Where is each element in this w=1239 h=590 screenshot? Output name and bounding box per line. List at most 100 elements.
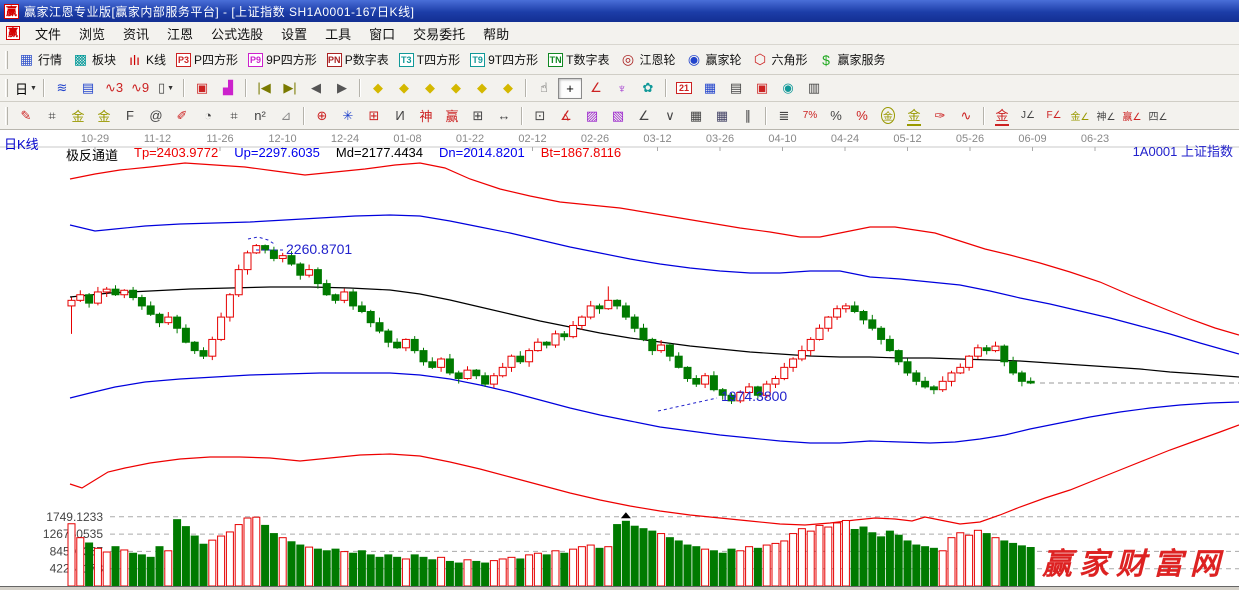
tool-n-square[interactable]: n² xyxy=(248,105,272,126)
toolbar-grip[interactable] xyxy=(5,106,8,125)
tool-f-grid[interactable]: F xyxy=(118,105,142,126)
tool-percent-red[interactable]: % xyxy=(850,105,874,126)
menu-资讯[interactable]: 资讯 xyxy=(114,22,158,45)
tool-calculator[interactable]: ▦ xyxy=(698,78,722,99)
tool-span-arrows[interactable]: ↔ xyxy=(492,105,516,126)
tool-quotes[interactable]: ▦ 行情 xyxy=(13,49,67,70)
menu-设置[interactable]: 设置 xyxy=(272,22,316,45)
tool-bar-ruler[interactable]: ⌗ xyxy=(222,105,246,126)
tool-draw-knife[interactable]: ✐ xyxy=(170,105,194,126)
tool-fan-lines-red[interactable]: ∡ xyxy=(554,105,578,126)
tool-candle-style[interactable]: ▯ ▼ xyxy=(154,78,178,99)
tool-gold-circle[interactable]: 金 xyxy=(876,105,900,126)
tool-p-number-table[interactable]: PN P数字表 xyxy=(322,49,394,70)
tool-angle-measure[interactable]: ∠ xyxy=(584,78,608,99)
tool-winner-service[interactable]: $ 赢家服务 xyxy=(813,49,891,70)
tool-num-grid[interactable]: ⊞ xyxy=(466,105,490,126)
channel-line-md xyxy=(69,286,1239,378)
tool-9t-square[interactable]: T9 9T四方形 xyxy=(465,49,543,70)
tool-win-grid[interactable]: 赢 xyxy=(440,105,464,126)
tool-sectors[interactable]: ▩ 板块 xyxy=(67,49,121,70)
tool-shen-grid[interactable]: 神 xyxy=(414,105,438,126)
tool-percent[interactable]: % xyxy=(824,105,848,126)
tool-save-disk[interactable]: ▣ xyxy=(750,78,774,99)
tool-grid-ruler[interactable]: ⌗ xyxy=(40,105,64,126)
tool-grid-dense[interactable]: ▦ xyxy=(684,105,708,126)
tool-shen-angle[interactable]: 神∠ xyxy=(1094,105,1118,126)
tool-winner-wheel[interactable]: ◉ 赢家轮 xyxy=(680,49,746,70)
tool-gold-line[interactable]: 金 xyxy=(902,105,926,126)
tool-pan-hand[interactable]: ☝ xyxy=(532,78,556,99)
tool-diamond-arrow-left[interactable]: ◆ xyxy=(366,78,390,99)
tool-k-mark[interactable]: И xyxy=(388,105,412,126)
toolbar-grip[interactable] xyxy=(5,79,8,97)
tool-gold-grid[interactable]: 金 xyxy=(66,105,90,126)
menu-交易委托[interactable]: 交易委托 xyxy=(404,22,474,45)
tool-hexagon[interactable]: ⬡ 六角形 xyxy=(747,49,813,70)
tool-next-bar[interactable]: ▶ xyxy=(330,78,354,99)
tool-diamond-arrow-cross[interactable]: ◆ xyxy=(444,78,468,99)
tool-dot-grid[interactable]: ⊞ xyxy=(362,105,386,126)
tool-p-square[interactable]: P3 P四方形 xyxy=(171,49,243,70)
tool-volume-histogram[interactable]: ▟ xyxy=(216,78,240,99)
tool-f-angle[interactable]: F∠ xyxy=(1042,105,1066,126)
menu-浏览[interactable]: 浏览 xyxy=(70,22,114,45)
tool-time-cycle[interactable]: ◔ xyxy=(196,105,220,126)
tool-j-angle[interactable]: J∠ xyxy=(1016,105,1040,126)
menu-文件[interactable]: 文件 xyxy=(26,22,70,45)
tool-kline[interactable]: ılı K线 xyxy=(121,49,171,70)
tool-diamond-arrow-h[interactable]: ◆ xyxy=(418,78,442,99)
tool-zoom-chart[interactable]: ≋ xyxy=(50,78,74,99)
menu-工具[interactable]: 工具 xyxy=(316,22,360,45)
tool-diamond-arrow-plus[interactable]: ◆ xyxy=(496,78,520,99)
tool-si-angle[interactable]: 四∠ xyxy=(1146,105,1170,126)
tool-calendar-21[interactable]: 21 xyxy=(672,78,696,99)
tool-star-burst[interactable]: ✳ xyxy=(336,105,360,126)
tool-spiral[interactable]: @ xyxy=(144,105,168,126)
tool-box-measure[interactable]: ⊡ xyxy=(528,105,552,126)
tool-fan-box-2[interactable]: ▧ xyxy=(606,105,630,126)
tool-diamond-arrow-right[interactable]: ◆ xyxy=(392,78,416,99)
tool-web-data[interactable]: ◉ xyxy=(776,78,800,99)
menu-公式选股[interactable]: 公式选股 xyxy=(202,22,272,45)
tool-parallel-lines[interactable]: ∥ xyxy=(736,105,760,126)
tool-wave-tool[interactable]: ∿ xyxy=(954,105,978,126)
tool-gann-wheel[interactable]: ◎ 江恩轮 xyxy=(614,49,680,70)
tool-period-day[interactable]: 日 ▼ xyxy=(14,78,38,99)
tool-protractor[interactable]: ⊿ xyxy=(274,105,298,126)
tool-crosshair[interactable]: + xyxy=(558,77,582,99)
tool-wave-9[interactable]: ∿9 xyxy=(128,78,152,99)
menu-帮助[interactable]: 帮助 xyxy=(474,22,518,45)
tool-angle-lines[interactable]: ∠ xyxy=(632,105,656,126)
tool-pen-candle[interactable]: ✑ xyxy=(928,105,952,126)
tool-draw-pencil[interactable]: ✎ xyxy=(14,105,38,126)
tool-wave-3[interactable]: ∿3 xyxy=(102,78,126,99)
tool-target-crosshair[interactable]: ⊕ xyxy=(310,105,334,126)
tool-grid-arrow[interactable]: ▦ xyxy=(710,105,734,126)
menu-窗口[interactable]: 窗口 xyxy=(360,22,404,45)
tool-gold-grid-2[interactable]: 金 xyxy=(92,105,116,126)
tool-gold-angle[interactable]: 金∠ xyxy=(1068,105,1092,126)
tool-print[interactable]: ▥ xyxy=(802,78,826,99)
toolbar-grip[interactable] xyxy=(5,50,8,69)
tool-fan-box-purple[interactable]: ▨ xyxy=(580,105,604,126)
tool-9p-square[interactable]: P9 9P四方形 xyxy=(243,49,322,70)
tool-diamond-arrow-star[interactable]: ◆ xyxy=(470,78,494,99)
tool-info-card[interactable]: ▤ xyxy=(76,78,100,99)
tool-v-wave[interactable]: ∨ xyxy=(658,105,682,126)
menu-江恩[interactable]: 江恩 xyxy=(158,22,202,45)
tool-gold-underline[interactable]: 金 xyxy=(990,105,1014,126)
tool-pattern-map[interactable]: ▣ xyxy=(190,78,214,99)
tool-first-bar[interactable]: |◀ xyxy=(252,78,276,99)
tool-gann-tool-teal[interactable]: ✿ xyxy=(636,78,660,99)
main-chart[interactable]: 10-29 11-12 11-26 12-10 12-24 01-08 01-22 02-12… xyxy=(0,130,1239,590)
tool-percent-line[interactable]: 7% xyxy=(798,105,822,126)
tool-gann-tool-purple[interactable]: ♆ xyxy=(610,78,634,99)
tool-last-bar[interactable]: ▶| xyxy=(278,78,302,99)
tool-t-number-table[interactable]: TN T数字表 xyxy=(543,49,614,70)
tool-notes[interactable]: ▤ xyxy=(724,78,748,99)
tool-price-ruler[interactable]: ≣ xyxy=(772,105,796,126)
tool-win-angle[interactable]: 赢∠ xyxy=(1120,105,1144,126)
tool-prev-bar[interactable]: ◀ xyxy=(304,78,328,99)
tool-t-square[interactable]: T3 T四方形 xyxy=(394,49,465,70)
